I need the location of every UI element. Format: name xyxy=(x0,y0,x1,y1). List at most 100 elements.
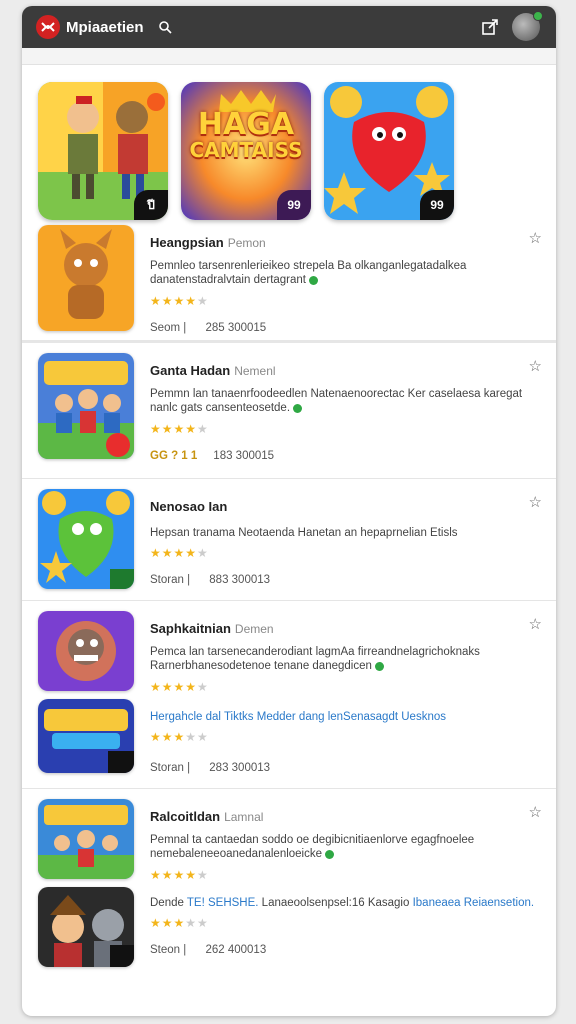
favorite-star-icon[interactable]: ☆ xyxy=(529,493,542,511)
item-text: Ganta Hadan Nemenl Pemmn lan tanaenrfoode… xyxy=(150,353,542,462)
item-extra-link[interactable]: Uesknos xyxy=(401,711,446,723)
item-thumbnail xyxy=(38,887,134,967)
item-title-line: Nenosao Ian xyxy=(150,499,542,514)
item-extra-pre: Dende xyxy=(150,896,184,909)
list-item[interactable]: Nenosao Ian Hepsan tranama Neotaenda Han… xyxy=(22,479,556,601)
item-title-line: Heangpsian Pemon xyxy=(150,235,542,250)
item-extra-line: Hergahcle dal Tiktks Medder dang lenSena… xyxy=(150,710,542,724)
featured-card-2[interactable]: HAGA CAMTAISS 99 xyxy=(181,82,311,220)
meta-right: 285 300015 xyxy=(205,321,267,334)
meta-right: 183 300015 xyxy=(213,449,275,462)
item-extra-link-2[interactable]: Ibaneaea Reiaensetion. xyxy=(413,897,535,909)
item-title: Ralcoitldan xyxy=(150,809,221,824)
item-desc-text: Pemca lan tarsenecanderodiant lagmAa fir… xyxy=(150,646,480,673)
item-desc-text: Pemnal ta cantaedan soddo oe degibicniti… xyxy=(150,834,475,861)
item-text: Heangpsian Pemon Pemnleo tarsenrenlerieik… xyxy=(150,225,542,334)
item-thumbnail xyxy=(38,611,134,691)
featured-card-3[interactable]: 99 xyxy=(324,82,454,220)
item-desc-text: Hepsan tranama Neotaenda Hanetan an hepa… xyxy=(150,527,458,539)
item-meta: Storan | 883 300013 xyxy=(150,574,542,586)
list-item[interactable]: Ganta Hadan Nemenl Pemmn lan tanaenrfoode… xyxy=(22,343,556,479)
item-meta: GG ? 1 1 183 300015 xyxy=(150,450,542,462)
list-item[interactable]: Saphkaitnian Demen Pemca lan tarsenecande… xyxy=(22,601,556,789)
app-list: Heangpsian Pemon Pemnleo tarsenrenlerieik… xyxy=(22,215,556,989)
stars-filled: ★★★★ xyxy=(150,679,198,694)
item-title: Heangpsian xyxy=(150,235,224,250)
meta-left: GG ? 1 1 xyxy=(150,449,198,462)
app-title: Mpiaaetien xyxy=(66,18,144,36)
stars-empty: ★★ xyxy=(185,916,209,931)
item-thumbnail xyxy=(38,699,134,773)
meta-left: Seom | xyxy=(150,321,187,334)
verified-icon xyxy=(293,403,303,413)
meta-right: 883 300013 xyxy=(209,574,271,587)
stars-filled: ★★★★ xyxy=(150,293,198,308)
search-icon[interactable] xyxy=(158,20,172,34)
item-description: Pemca lan tarsenecanderodiant lagmAa fir… xyxy=(150,645,542,674)
verified-icon xyxy=(325,849,335,859)
stars-empty: ★★ xyxy=(185,730,209,745)
item-text: Nenosao Ian Hepsan tranama Neotaenda Han… xyxy=(150,489,542,586)
item-title-line: Ralcoitldan Lamnal xyxy=(150,809,542,824)
item-text: Saphkaitnian Demen Pemca lan tarsenecande… xyxy=(150,611,542,774)
rating-stars: ★★★★★ xyxy=(150,868,542,882)
user-avatar[interactable] xyxy=(512,11,543,41)
stars-filled: ★★★ xyxy=(150,916,186,931)
sub-bar xyxy=(22,48,556,65)
item-desc-text: Pemmn lan tanaenrfoodeedlen Natenaenoore… xyxy=(150,388,523,415)
item-title: Ganta Hadan xyxy=(150,363,231,378)
rating-stars: ★★★★★ xyxy=(150,294,542,308)
item-meta: Storan | 283 300013 xyxy=(150,762,542,774)
rating-stars-2: ★★★★★ xyxy=(150,730,542,744)
item-description: Pemnal ta cantaedan soddo oe degibicniti… xyxy=(150,833,542,862)
item-title-line: Ganta Hadan Nemenl xyxy=(150,363,542,378)
meta-right: 262 400013 xyxy=(205,944,267,957)
stars-empty: ★ xyxy=(197,867,209,882)
stars-filled: ★★★★ xyxy=(150,546,198,561)
featured-title-line-1: HAGA xyxy=(197,107,295,142)
favorite-star-icon[interactable]: ☆ xyxy=(529,229,542,247)
verified-icon xyxy=(374,661,384,671)
top-bar: Mpiaaetien xyxy=(22,6,556,48)
stars-empty: ★ xyxy=(197,421,209,436)
list-item[interactable]: Ralcoitldan Lamnal Pemnal ta cantaedan so… xyxy=(22,789,556,989)
meta-right: 283 300013 xyxy=(209,762,271,775)
rating-stars: ★★★★★ xyxy=(150,680,542,694)
featured-card-1[interactable]: ปี xyxy=(38,82,168,220)
item-thumbnails xyxy=(38,611,134,773)
share-icon[interactable] xyxy=(480,17,500,37)
stars-filled: ★★★★ xyxy=(150,421,198,436)
item-subtitle: Demen xyxy=(234,622,274,636)
stars-empty: ★ xyxy=(197,293,209,308)
meta-left: Steon | xyxy=(150,944,187,957)
featured-title-line-2: CAMTAISS xyxy=(189,138,303,162)
item-subtitle: Nemenl xyxy=(234,364,276,378)
item-text: Ralcoitldan Lamnal Pemnal ta cantaedan so… xyxy=(150,799,542,956)
favorite-star-icon[interactable]: ☆ xyxy=(529,615,542,633)
app-logo[interactable] xyxy=(36,15,60,39)
item-extra-text: Hergahcle dal Tiktks Medder dang lenSena… xyxy=(150,710,399,723)
item-description: Pemmn lan tanaenrfoodeedlen Natenaenoore… xyxy=(150,387,542,416)
stars-filled: ★★★★ xyxy=(150,867,198,882)
item-thumbnail xyxy=(38,799,134,879)
favorite-star-icon[interactable]: ☆ xyxy=(529,803,542,821)
rating-stars: ★★★★★ xyxy=(150,422,542,436)
item-thumbnails xyxy=(38,799,134,967)
meta-left: Storan | xyxy=(150,574,191,587)
list-item[interactable]: Heangpsian Pemon Pemnleo tarsenrenlerieik… xyxy=(22,215,556,343)
verified-icon xyxy=(309,275,318,285)
item-meta: Steon | 262 400013 xyxy=(150,944,542,956)
meta-left: Storan | xyxy=(150,762,191,775)
featured-title-2: HAGA CAMTAISS xyxy=(181,107,311,162)
item-title-line: Saphkaitnian Demen xyxy=(150,621,542,636)
item-description: Pemnleo tarsenrenlerieikeo strepela Ba o… xyxy=(150,259,542,288)
item-extra-link[interactable]: TE! SEHSHE. xyxy=(187,897,259,909)
favorite-star-icon[interactable]: ☆ xyxy=(529,357,542,375)
item-description: Hepsan tranama Neotaenda Hanetan an hepa… xyxy=(150,526,542,540)
item-subtitle: Pemon xyxy=(227,236,266,250)
item-subtitle: Lamnal xyxy=(224,810,264,824)
online-status-dot xyxy=(533,11,543,21)
item-thumbnail xyxy=(38,225,134,331)
stars-empty: ★ xyxy=(197,679,209,694)
featured-row: ปี HAGA CAMTAISS 99 99 xyxy=(22,65,556,220)
